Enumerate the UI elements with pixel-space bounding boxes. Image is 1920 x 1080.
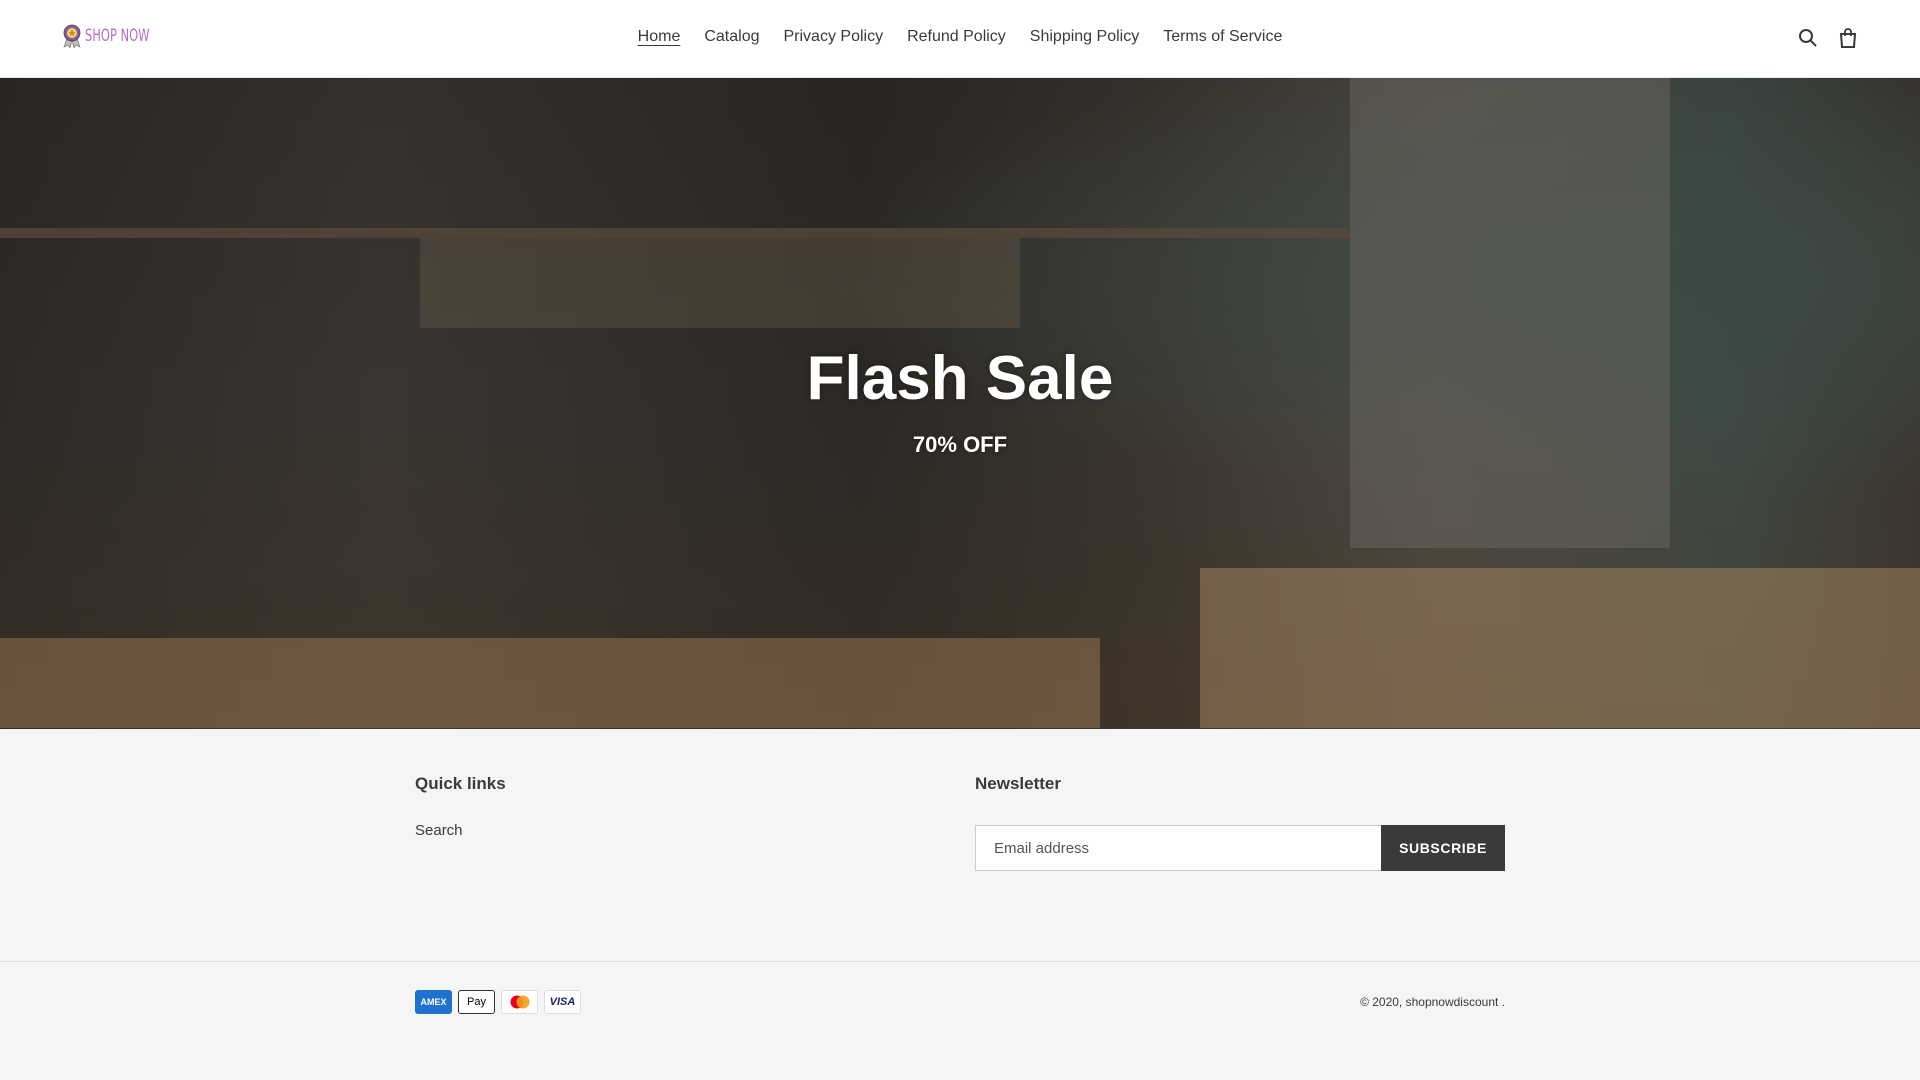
nav-refund-policy[interactable]: Refund Policy [895,28,1018,46]
newsletter-heading: Newsletter [975,774,1061,793]
hero-title: Flash Sale [806,344,1114,413]
apple-pay-icon: Pay [458,990,495,1014]
hero-banner: Flash Sale 70% OFF [0,78,1920,729]
mastercard-icon [501,990,538,1014]
amex-icon: AMEX [415,990,452,1014]
quick-links-heading: Quick links [415,774,506,793]
footer-divider [0,961,1920,962]
email-input[interactable] [975,825,1382,871]
visa-icon: VISA [544,990,581,1014]
apple-pay-label: Pay [467,996,486,1008]
nav-home[interactable]: Home [626,28,693,46]
nav-privacy-policy[interactable]: Privacy Policy [772,28,896,46]
nav-shipping-policy[interactable]: Shipping Policy [1018,28,1151,46]
nav-catalog[interactable]: Catalog [692,28,771,46]
footer-link-search[interactable]: Search [415,822,463,839]
copyright: © 2020, shopnowdiscount . [1360,995,1505,1009]
subscribe-button[interactable]: SUBSCRIBE [1381,825,1505,871]
payment-icons: AMEX Pay VISA [415,990,581,1014]
hero-subtitle: 70% OFF [912,432,1008,457]
cart-icon[interactable] [1838,28,1858,48]
nav-terms-of-service[interactable]: Terms of Service [1151,28,1294,46]
site-header: SHOP NOW Home Catalog Privacy Policy Ref… [0,0,1920,78]
main-nav: Home Catalog Privacy Policy Refund Polic… [0,28,1920,46]
search-icon[interactable] [1798,28,1818,48]
